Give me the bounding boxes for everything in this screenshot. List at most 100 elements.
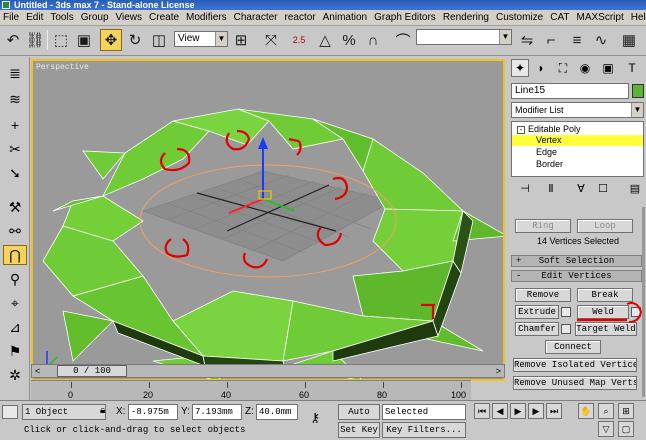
select-region-icon[interactable]: ▣ bbox=[73, 29, 95, 51]
menu-modifiers[interactable]: Modifiers bbox=[186, 12, 227, 23]
joint-icon[interactable]: ⚯ bbox=[3, 221, 27, 241]
remove-modifier-icon[interactable]: ☐ bbox=[595, 181, 611, 197]
menu-cat[interactable]: CAT bbox=[550, 12, 569, 23]
remove-isolated-vertices-button[interactable]: Remove Isolated Vertices bbox=[513, 358, 637, 372]
menu-animation[interactable]: Animation bbox=[323, 12, 367, 23]
cut-icon[interactable]: ✂ bbox=[3, 139, 27, 159]
layer-manager-icon[interactable]: ≡ bbox=[566, 29, 588, 51]
menu-group[interactable]: Group bbox=[81, 12, 109, 23]
menu-help[interactable]: Help bbox=[631, 12, 646, 23]
named-selection-dropdown[interactable]: ▼ bbox=[416, 29, 512, 45]
viewport-label[interactable]: Perspective bbox=[36, 63, 89, 72]
select-scale-icon[interactable]: ◫ bbox=[148, 29, 170, 51]
zoom-icon[interactable]: ⌕ bbox=[598, 403, 614, 419]
snap-toggle-icon[interactable]: 2.5 bbox=[288, 29, 310, 51]
y-coordinate-field[interactable]: 7.193mm bbox=[192, 404, 242, 420]
loop-button[interactable]: Loop bbox=[577, 219, 633, 233]
motion-tab-icon[interactable]: ◉ bbox=[576, 59, 594, 77]
plus-icon[interactable]: + bbox=[3, 115, 27, 135]
object-color-swatch[interactable] bbox=[632, 84, 644, 98]
chamfer-button[interactable]: Chamfer bbox=[515, 322, 559, 336]
collapse-icon[interactable]: - bbox=[517, 125, 525, 134]
constraint-icon[interactable]: ⌖ bbox=[3, 293, 27, 313]
hierarchy-tab-icon[interactable]: ⛶ bbox=[554, 59, 572, 77]
select-move-icon[interactable]: ✥ bbox=[100, 29, 122, 51]
perspective-viewport[interactable]: Perspective bbox=[31, 59, 505, 381]
maxscript-listener-icon[interactable] bbox=[2, 405, 18, 419]
render-icon[interactable]: ▦ bbox=[618, 29, 640, 51]
menu-views[interactable]: Views bbox=[116, 12, 143, 23]
spinner-snap-icon[interactable]: ∩ bbox=[362, 29, 384, 51]
menu-graph-editors[interactable]: Graph Editors bbox=[374, 12, 436, 23]
next-frame-icon[interactable]: ▶ bbox=[528, 403, 544, 419]
auto-key-button[interactable]: Auto Key bbox=[338, 404, 380, 431]
edit-named-selection-icon[interactable]: ⌒ bbox=[392, 29, 414, 51]
stack-item-vertex[interactable]: Vertex bbox=[512, 135, 643, 146]
layers-icon[interactable]: ≋ bbox=[3, 89, 27, 109]
ik-icon[interactable]: ⊿ bbox=[3, 317, 27, 337]
time-slider[interactable]: < 0 / 100 > bbox=[31, 364, 505, 378]
curve-editor-icon[interactable]: ∿ bbox=[590, 29, 612, 51]
sparkle-icon[interactable]: ✲ bbox=[3, 365, 27, 385]
align-icon[interactable]: ⌐ bbox=[540, 29, 562, 51]
menu-tools[interactable]: Tools bbox=[50, 12, 73, 23]
utilities-tab-icon[interactable]: T bbox=[623, 59, 641, 77]
undo-icon[interactable]: ↶ bbox=[2, 29, 24, 51]
arrow-icon[interactable]: ➘ bbox=[3, 163, 27, 183]
stack-item-editable-poly[interactable]: - Editable Poly bbox=[512, 124, 643, 135]
menu-create[interactable]: Create bbox=[149, 12, 179, 23]
play-icon[interactable]: ▶ bbox=[510, 403, 526, 419]
bone-icon[interactable]: ⚒ bbox=[3, 197, 27, 217]
reference-coordinate-dropdown[interactable]: View ▼ bbox=[174, 31, 228, 47]
mirror-icon[interactable]: ⇋ bbox=[516, 29, 538, 51]
z-coordinate-field[interactable]: 40.0mm bbox=[256, 404, 298, 420]
key-filters-button[interactable]: Key Filters... bbox=[382, 422, 466, 438]
modifier-list-dropdown[interactable]: Modifier List ▼ bbox=[511, 102, 644, 118]
ring-button[interactable]: Ring bbox=[515, 219, 571, 233]
pivot-center-icon[interactable]: ⊞ bbox=[230, 29, 252, 51]
previous-frame-icon[interactable]: ◀ bbox=[492, 403, 508, 419]
zoom-extents-icon[interactable]: ⊞ bbox=[618, 403, 634, 419]
time-slider-prev-icon[interactable]: < bbox=[35, 366, 40, 376]
stack-item-edge[interactable]: Edge bbox=[512, 147, 643, 158]
go-to-end-icon[interactable]: ⏭ bbox=[546, 403, 562, 419]
menu-maxscript[interactable]: MAXScript bbox=[576, 12, 623, 23]
select-rotate-icon[interactable]: ↻ bbox=[124, 29, 146, 51]
time-slider-next-icon[interactable]: > bbox=[496, 366, 501, 376]
pin-stack-icon[interactable]: ⊣ bbox=[517, 181, 533, 197]
select-object-icon[interactable]: ⬚ bbox=[50, 29, 72, 51]
magnet-icon[interactable]: ⋂ bbox=[3, 245, 27, 265]
flag-icon[interactable]: ⚑ bbox=[3, 341, 27, 361]
percent-snap-icon[interactable]: % bbox=[338, 29, 360, 51]
maximize-viewport-icon[interactable]: ▢ bbox=[618, 421, 634, 437]
menu-reactor[interactable]: reactor bbox=[285, 12, 316, 23]
key-mode-dropdown[interactable]: Selected bbox=[382, 404, 466, 420]
object-name-field[interactable]: Line15 bbox=[511, 83, 629, 99]
menu-file[interactable]: File bbox=[3, 12, 19, 23]
display-tab-icon[interactable]: ▣ bbox=[599, 59, 617, 77]
menu-edit[interactable]: Edit bbox=[26, 12, 43, 23]
create-tab-icon[interactable]: ✦ bbox=[511, 59, 529, 77]
make-unique-icon[interactable]: ∀ bbox=[573, 181, 589, 197]
trackbar[interactable]: 0 20 40 60 80 100 bbox=[31, 380, 471, 400]
stack-icon[interactable]: ≣ bbox=[3, 63, 27, 83]
modify-tab-icon[interactable]: ◗ bbox=[532, 59, 550, 77]
connect-button[interactable]: Connect bbox=[545, 340, 601, 354]
manipulate-icon[interactable]: ⤧ bbox=[260, 29, 282, 51]
extrude-button[interactable]: Extrude bbox=[515, 305, 559, 319]
menu-customize[interactable]: Customize bbox=[496, 12, 543, 23]
pin-icon[interactable]: ⚲ bbox=[3, 269, 27, 289]
set-key-button[interactable]: Set Key bbox=[338, 422, 380, 438]
stack-item-border[interactable]: Border bbox=[512, 159, 643, 170]
panel-scrollbar[interactable] bbox=[642, 207, 645, 397]
select-link-icon[interactable]: ⛓ bbox=[24, 29, 46, 51]
go-to-start-icon[interactable]: ⏮ bbox=[474, 403, 490, 419]
x-coordinate-field[interactable]: -8.975m bbox=[128, 404, 178, 420]
edit-vertices-rollout[interactable]: - Edit Vertices bbox=[511, 270, 642, 282]
soft-selection-rollout[interactable]: + Soft Selection bbox=[511, 255, 642, 267]
time-slider-thumb[interactable]: 0 / 100 bbox=[57, 365, 127, 377]
configure-sets-icon[interactable]: ▤ bbox=[627, 181, 643, 197]
menu-rendering[interactable]: Rendering bbox=[443, 12, 489, 23]
remove-unused-map-verts-button[interactable]: Remove Unused Map Verts bbox=[513, 376, 637, 390]
pan-icon[interactable]: ✋ bbox=[578, 403, 594, 419]
